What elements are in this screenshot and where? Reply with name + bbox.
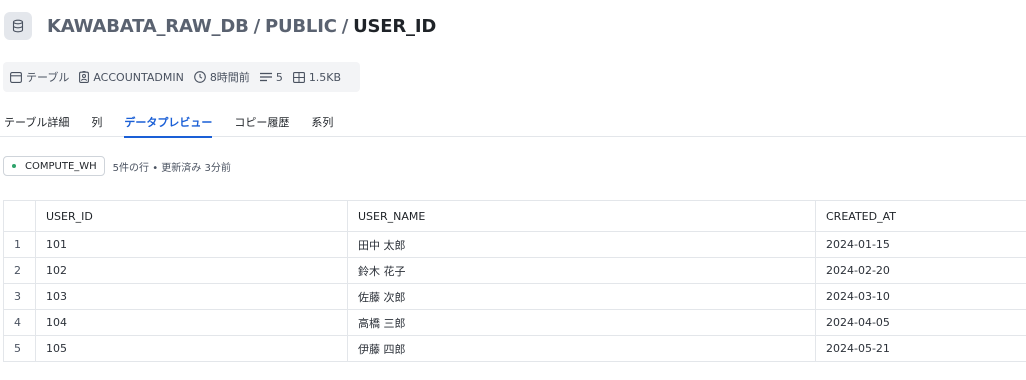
- cell-user-id[interactable]: 104: [35, 309, 348, 336]
- warehouse-name: COMPUTE_WH: [25, 160, 97, 172]
- database-icon: [4, 12, 32, 40]
- row-number: 2: [3, 257, 36, 284]
- breadcrumb-separator: /: [253, 15, 261, 37]
- meta-columns: 5: [259, 70, 283, 84]
- owner-badge-icon: [79, 71, 90, 83]
- data-preview-table: USER_ID USER_NAME CREATED_AT 1 101 田中 太郎…: [3, 200, 1026, 362]
- clock-icon: [193, 71, 206, 83]
- column-header-user-name[interactable]: USER_NAME: [347, 200, 816, 232]
- cell-created-at[interactable]: 2024-03-10: [815, 283, 1026, 310]
- cell-user-name[interactable]: 伊藤 四郎: [347, 335, 816, 362]
- meta-type-label: テーブル: [26, 71, 70, 84]
- cell-user-id[interactable]: 102: [35, 257, 348, 284]
- breadcrumb: KAWABATA_RAW_DB / PUBLIC / USER_ID: [47, 16, 436, 37]
- table-row[interactable]: 3 103 佐藤 次郎 2024-03-10: [3, 283, 1026, 310]
- warehouse-row: COMPUTE_WH 5件の行 • 更新済み 3分前: [3, 156, 231, 176]
- tab-copy-history[interactable]: コピー履歴: [234, 106, 289, 137]
- meta-type: テーブル: [10, 69, 69, 85]
- meta-columns-label: 5: [275, 70, 283, 84]
- meta-owner-label: ACCOUNTADMIN: [93, 70, 184, 84]
- tab-lineage[interactable]: 系列: [311, 106, 333, 137]
- cell-created-at[interactable]: 2024-05-21: [815, 335, 1026, 362]
- column-header-user-id[interactable]: USER_ID: [35, 200, 348, 232]
- meta-owner: ACCOUNTADMIN: [79, 70, 184, 84]
- columns-icon: [259, 72, 272, 82]
- cell-created-at[interactable]: 2024-02-20: [815, 257, 1026, 284]
- breadcrumb-separator: /: [341, 15, 349, 37]
- cell-user-id[interactable]: 101: [35, 231, 348, 258]
- row-number-header: [3, 200, 36, 232]
- tab-bar: テーブル詳細 列 データプレビュー コピー履歴 系列: [0, 106, 1026, 138]
- tab-columns[interactable]: 列: [91, 106, 102, 137]
- row-number: 5: [3, 335, 36, 362]
- table-row[interactable]: 1 101 田中 太郎 2024-01-15: [3, 231, 1026, 258]
- table-header-row: USER_ID USER_NAME CREATED_AT: [3, 200, 1026, 232]
- warehouse-status-dot: [12, 164, 16, 168]
- table-row[interactable]: 2 102 鈴木 花子 2024-02-20: [3, 257, 1026, 284]
- object-meta-bar: テーブル ACCOUNTADMIN 8時間前 5 1.5KB: [3, 62, 360, 92]
- storage-icon: [292, 71, 305, 83]
- tab-data-preview[interactable]: データプレビュー: [124, 106, 213, 138]
- row-number: 4: [3, 309, 36, 336]
- cell-user-id[interactable]: 103: [35, 283, 348, 310]
- cell-user-name[interactable]: 高橋 三郎: [347, 309, 816, 336]
- cell-created-at[interactable]: 2024-04-05: [815, 309, 1026, 336]
- cell-created-at[interactable]: 2024-01-15: [815, 231, 1026, 258]
- page-header: KAWABATA_RAW_DB / PUBLIC / USER_ID: [4, 10, 436, 42]
- row-number: 1: [3, 231, 36, 258]
- table-row[interactable]: 5 105 伊藤 四郎 2024-05-21: [3, 335, 1026, 362]
- page-title: USER_ID: [353, 15, 437, 37]
- cell-user-name[interactable]: 田中 太郎: [347, 231, 816, 258]
- meta-updated-label: 8時間前: [209, 71, 250, 84]
- table-row[interactable]: 4 104 高橋 三郎 2024-04-05: [3, 309, 1026, 336]
- row-number: 3: [3, 283, 36, 310]
- meta-size-label: 1.5KB: [308, 70, 342, 84]
- table-icon: [10, 71, 22, 83]
- cell-user-name[interactable]: 佐藤 次郎: [347, 283, 816, 310]
- meta-size: 1.5KB: [292, 70, 342, 84]
- breadcrumb-schema[interactable]: PUBLIC: [265, 16, 337, 37]
- preview-status-text: 5件の行 • 更新済み 3分前: [112, 162, 231, 174]
- cell-user-name[interactable]: 鈴木 花子: [347, 257, 816, 284]
- breadcrumb-database[interactable]: KAWABATA_RAW_DB: [47, 16, 249, 37]
- column-header-created-at[interactable]: CREATED_AT: [815, 200, 1026, 232]
- warehouse-selector[interactable]: COMPUTE_WH: [3, 156, 105, 176]
- meta-updated: 8時間前: [193, 69, 250, 85]
- tab-table-details[interactable]: テーブル詳細: [4, 106, 69, 137]
- cell-user-id[interactable]: 105: [35, 335, 348, 362]
